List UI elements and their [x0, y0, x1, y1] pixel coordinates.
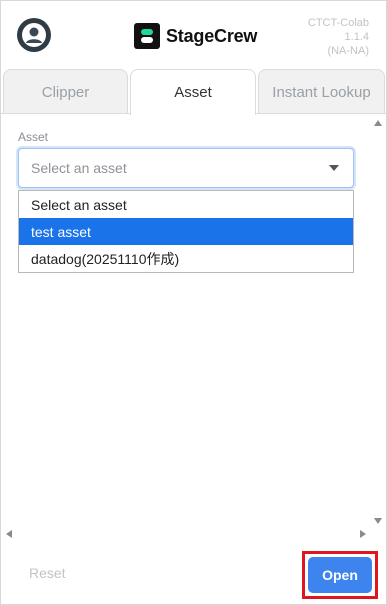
asset-select-value: Select an asset: [31, 160, 127, 176]
scroll-down-arrow-icon[interactable]: [374, 518, 382, 524]
extension-panel: StageCrew CTCT-Colab 1.1.4 (NA-NA) Clipp…: [0, 0, 387, 605]
chevron-down-icon: [329, 165, 339, 171]
scroll-up-arrow-icon[interactable]: [374, 120, 382, 126]
header: StageCrew CTCT-Colab 1.1.4 (NA-NA): [1, 1, 386, 69]
asset-option[interactable]: Select an asset: [19, 191, 353, 218]
region-label: (NA-NA): [327, 45, 369, 57]
asset-option[interactable]: datadog(20251110作成): [19, 245, 353, 272]
version-number: 1.1.4: [344, 31, 369, 43]
open-button[interactable]: Open: [308, 557, 372, 593]
user-icon: [22, 23, 46, 47]
brand-logo: StageCrew: [134, 23, 257, 49]
tab-instant-lookup[interactable]: Instant Lookup: [258, 69, 385, 114]
tab-clipper[interactable]: Clipper: [3, 69, 128, 114]
scroll-right-arrow-icon[interactable]: [360, 530, 366, 538]
scroll-left-arrow-icon[interactable]: [6, 530, 12, 538]
version-info: CTCT-Colab 1.1.4 (NA-NA): [308, 16, 369, 58]
asset-panel: Asset Select an asset Select an asset te…: [1, 114, 386, 546]
horizontal-scrollbar[interactable]: [1, 527, 371, 541]
reset-button[interactable]: Reset: [29, 565, 66, 581]
stagecrew-logo-icon: [134, 23, 160, 49]
asset-field-label: Asset: [18, 130, 49, 144]
user-avatar[interactable]: [17, 18, 51, 52]
asset-option-highlighted[interactable]: test asset: [19, 218, 353, 245]
asset-select[interactable]: Select an asset: [18, 148, 354, 188]
tab-asset[interactable]: Asset: [130, 69, 256, 115]
vertical-scrollbar[interactable]: [371, 116, 385, 526]
brand-name: StageCrew: [166, 25, 258, 46]
tab-bar: Clipper Asset Instant Lookup: [1, 69, 386, 115]
workspace-name: CTCT-Colab: [307, 17, 369, 29]
asset-dropdown-list: Select an asset test asset datadog(20251…: [18, 190, 354, 273]
footer: Reset Open: [1, 546, 386, 604]
